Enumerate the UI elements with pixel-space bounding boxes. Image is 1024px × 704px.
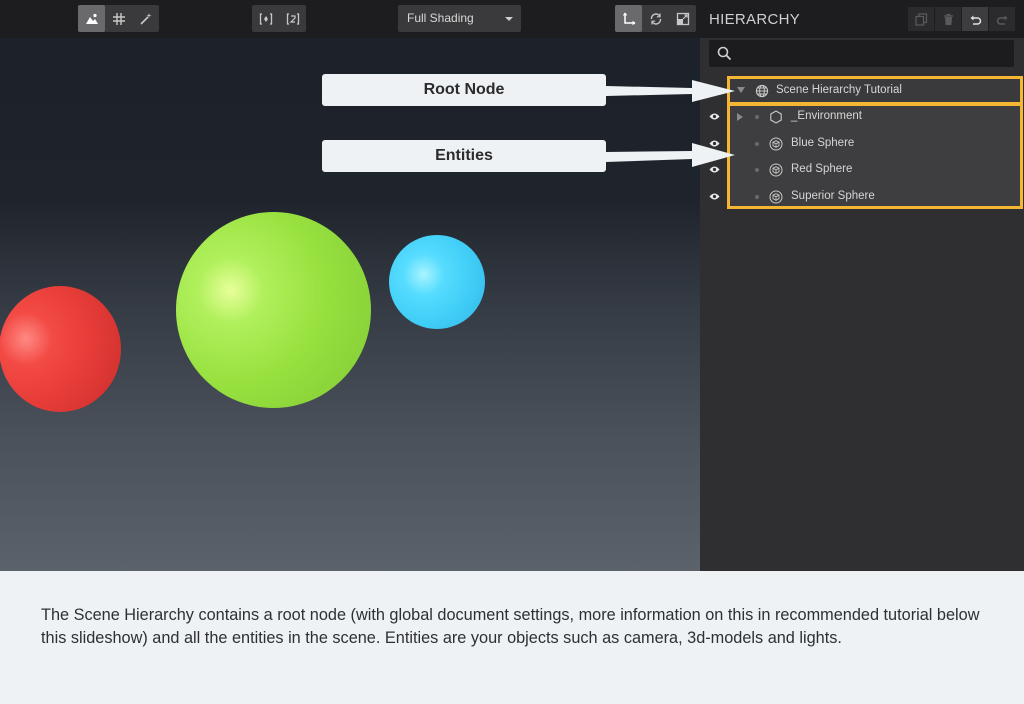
slide-caption: The Scene Hierarchy contains a root node… xyxy=(41,606,980,647)
delete-icon[interactable] xyxy=(935,7,961,31)
scene-view-icon[interactable] xyxy=(78,5,105,32)
hierarchy-header: HIERARCHY xyxy=(700,0,1024,38)
visibility-eye-icon[interactable] xyxy=(709,112,720,121)
shading-value: Full Shading xyxy=(407,11,474,25)
frame-all-icon[interactable] xyxy=(279,5,306,32)
undo-icon[interactable] xyxy=(962,7,988,31)
hierarchy-title: HIERARCHY xyxy=(709,11,801,28)
grid-icon[interactable] xyxy=(105,5,132,32)
visibility-eye-icon[interactable] xyxy=(709,192,720,201)
search-icon xyxy=(717,46,732,61)
search-input[interactable] xyxy=(737,43,1007,64)
scale-icon[interactable] xyxy=(669,5,696,32)
entities-callout: Entities xyxy=(322,140,606,172)
green-sphere[interactable] xyxy=(176,212,371,408)
slide: Full Shading HIERARCHY Scene Hierarchy T… xyxy=(0,0,1024,704)
view-mode-group xyxy=(78,5,159,32)
root-node-callout: Root Node xyxy=(322,74,606,106)
hierarchy-search[interactable] xyxy=(709,40,1014,67)
frame-selection-icon[interactable] xyxy=(252,5,279,32)
redo-icon[interactable] xyxy=(989,7,1015,31)
shading-dropdown[interactable]: Full Shading xyxy=(398,5,521,32)
entities-highlight-box xyxy=(727,103,1023,209)
translate-icon[interactable] xyxy=(615,5,642,32)
visibility-eye-icon[interactable] xyxy=(709,139,720,148)
chevron-down-icon xyxy=(505,17,513,21)
duplicate-icon[interactable] xyxy=(908,7,934,31)
red-sphere[interactable] xyxy=(0,286,121,412)
viewport-toolbar: Full Shading xyxy=(0,0,700,38)
rotate-icon[interactable] xyxy=(642,5,669,32)
magic-wand-icon[interactable] xyxy=(132,5,159,32)
framing-group xyxy=(252,5,306,32)
transform-group xyxy=(615,5,696,32)
blue-sphere[interactable] xyxy=(389,235,485,329)
root-highlight-box xyxy=(727,76,1023,105)
visibility-eye-icon[interactable] xyxy=(709,165,720,174)
